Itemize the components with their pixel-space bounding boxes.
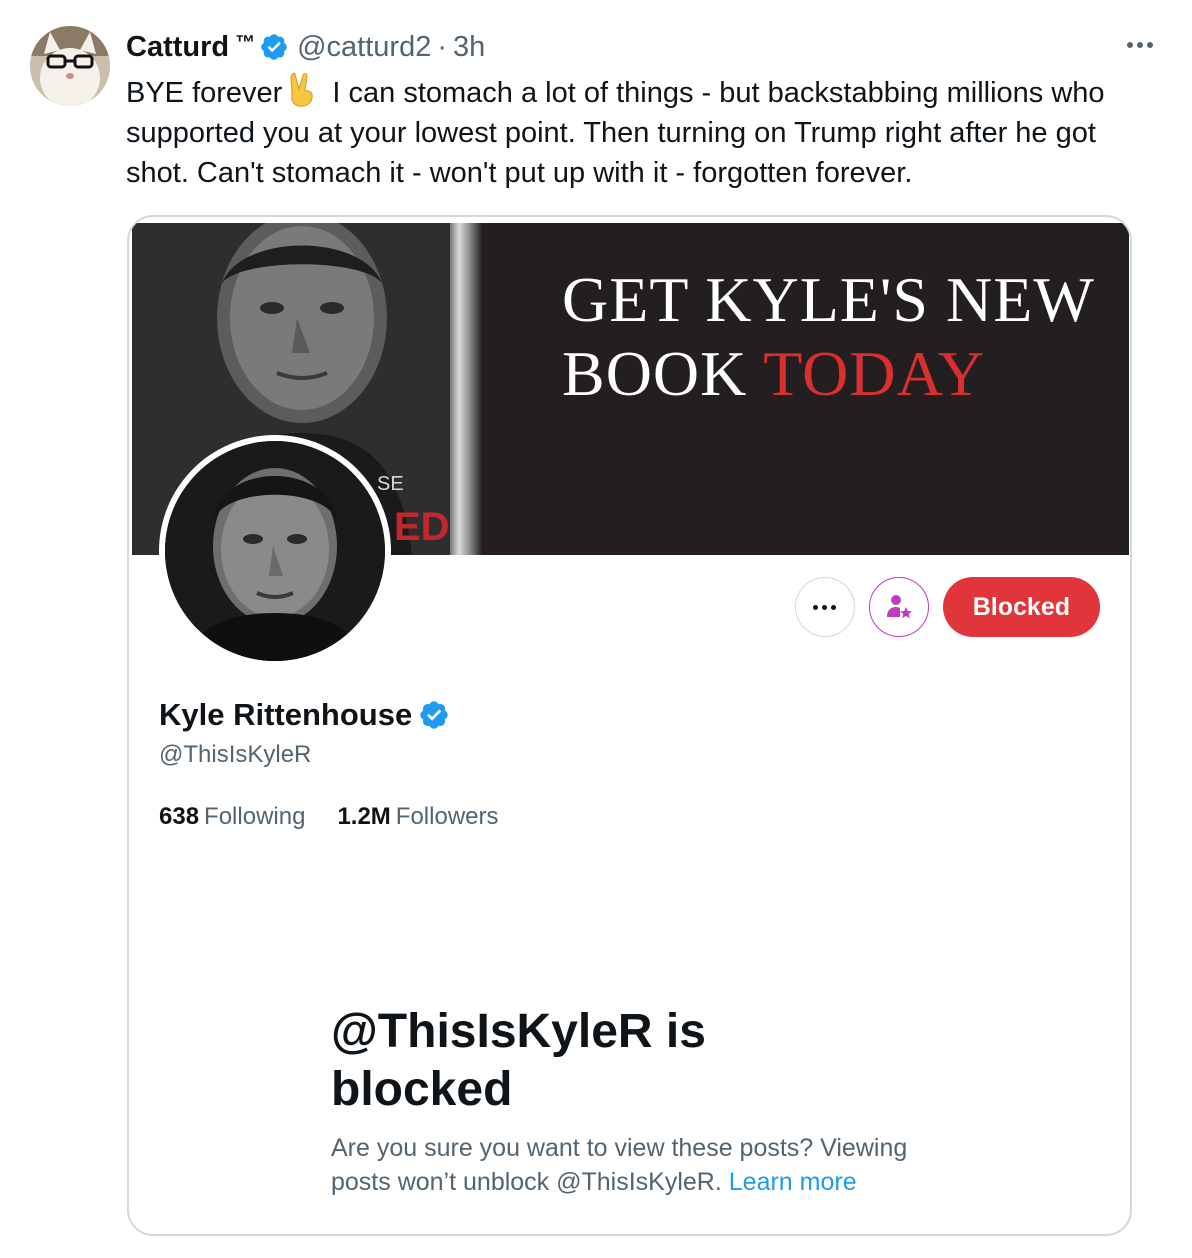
- subscribe-star-icon: [886, 595, 912, 619]
- blocked-description: Are you sure you want to view these post…: [331, 1131, 951, 1199]
- subscribe-button[interactable]: [868, 577, 929, 637]
- followers-count: 1.2M: [337, 803, 391, 830]
- banner-headline: GET KYLE'S NEW BOOK TODAY: [562, 263, 1095, 411]
- trademark-badge: ™: [235, 31, 256, 54]
- tweet-text: BYE forever I can stomach a lot of thing…: [126, 72, 1166, 193]
- book-cover-text-bottom: ED: [394, 505, 450, 549]
- following-label: Following: [204, 803, 306, 830]
- blocked-button[interactable]: Blocked: [942, 577, 1100, 637]
- banner-line1: GET KYLE'S NEW: [562, 264, 1095, 335]
- banner-line2-red: TODAY: [763, 338, 986, 409]
- book-spine: [450, 223, 480, 555]
- profile-more-button[interactable]: [794, 577, 855, 637]
- author-handle[interactable]: @catturd2: [297, 31, 431, 64]
- more-horizontal-icon: [813, 604, 837, 610]
- profile-avatar[interactable]: [159, 435, 391, 667]
- tweet-time[interactable]: 3h: [453, 31, 485, 64]
- separator-dot: ·: [437, 30, 448, 63]
- author-avatar[interactable]: [30, 26, 110, 106]
- learn-more-link[interactable]: Learn more: [729, 1168, 857, 1196]
- verified-badge-icon: [261, 34, 287, 60]
- profile-name: Kyle Rittenhouse: [159, 697, 458, 733]
- book-cover-text-top: SE: [377, 473, 404, 495]
- author-name[interactable]: Catturd: [126, 31, 229, 64]
- victory-hand-icon: [290, 72, 314, 107]
- followers-label: Followers: [395, 803, 499, 830]
- blocked-title: @ThisIsKyleR is blocked: [331, 1005, 706, 1116]
- followers-stat[interactable]: 1.2M Followers: [337, 803, 498, 831]
- profile-handle: @ThisIsKyleR: [159, 741, 312, 768]
- following-stat[interactable]: 638 Following: [159, 803, 305, 831]
- profile-stats: 638 Following 1.2M Followers: [159, 803, 499, 831]
- banner-line2-white: BOOK: [562, 338, 748, 409]
- more-options-icon[interactable]: [1122, 30, 1158, 60]
- profile-actions: Blocked: [794, 577, 1100, 637]
- tweet-text-part1: BYE forever: [126, 77, 283, 109]
- following-count: 638: [159, 803, 200, 830]
- tweet-header: Catturd ™ @catturd2 · 3h: [126, 28, 485, 66]
- profile-card[interactable]: SE ED GET KYLE'S NEW BOOK TODAY Blocked …: [127, 215, 1132, 1236]
- profile-display-name: Kyle Rittenhouse: [159, 697, 413, 732]
- verified-badge-icon: [420, 701, 448, 729]
- banner-line2: BOOK TODAY: [562, 337, 1095, 411]
